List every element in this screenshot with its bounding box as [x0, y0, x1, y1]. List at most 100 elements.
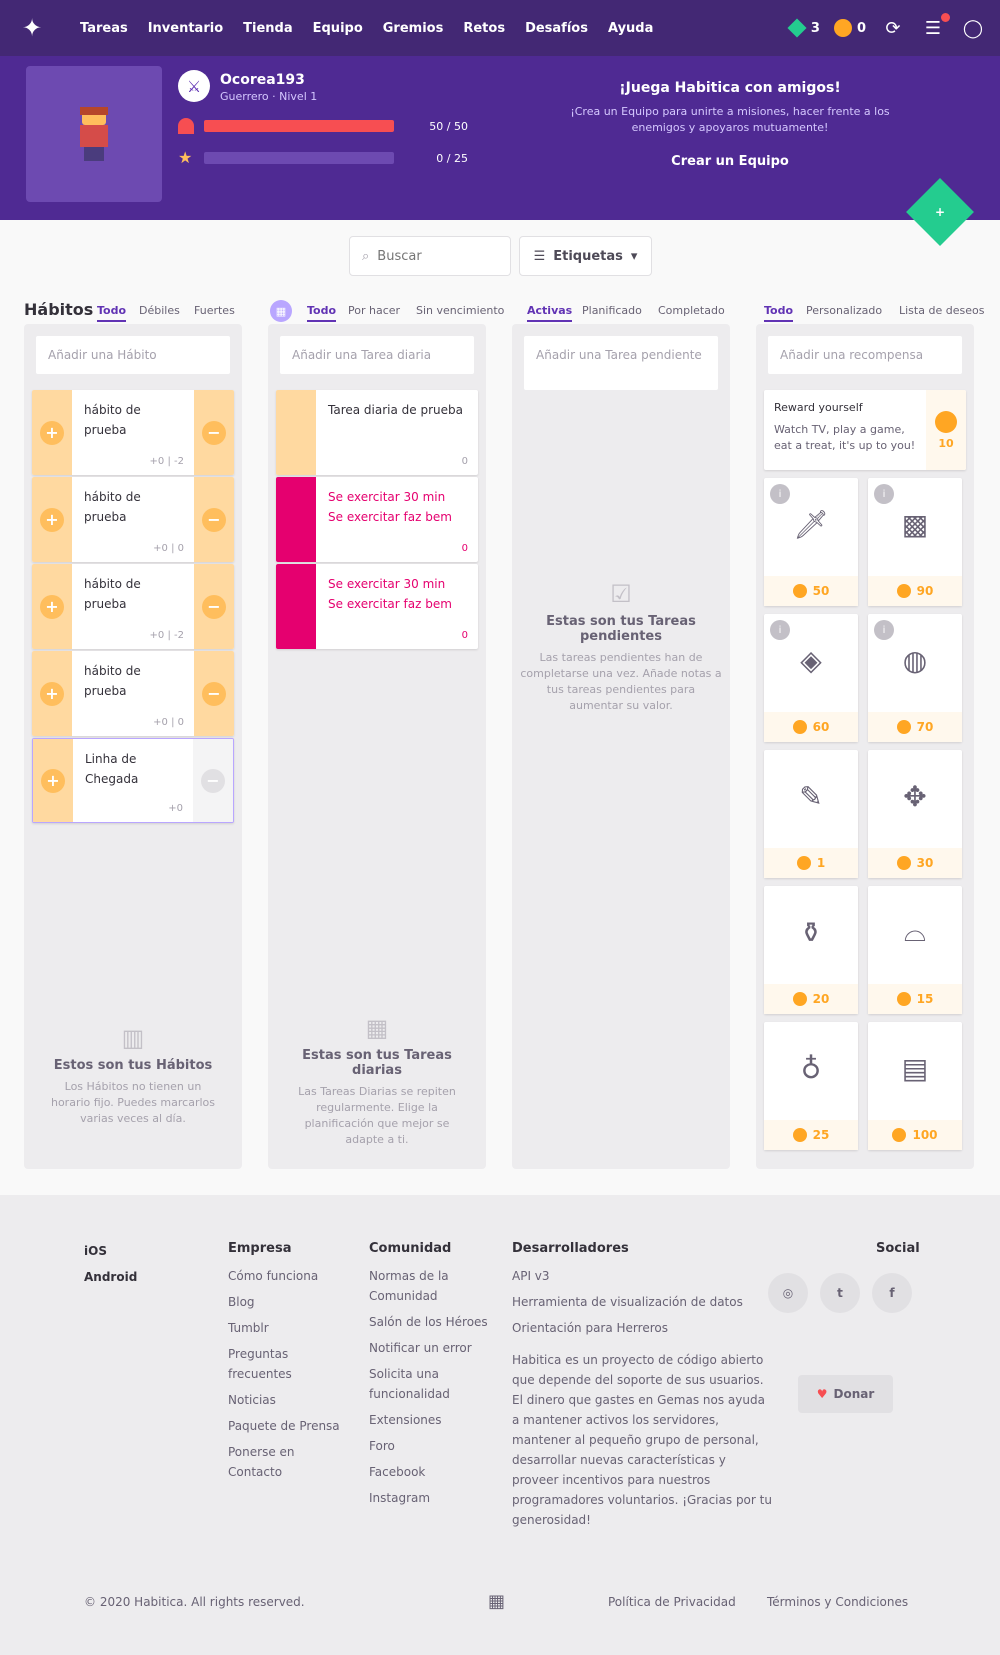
daily-item[interactable]: Tarea diaria de prueba 0 [276, 390, 478, 475]
nav-tasks[interactable]: Tareas [80, 21, 128, 36]
facebook-icon[interactable]: f [872, 1273, 912, 1313]
habit-minus-button[interactable]: − [194, 564, 234, 649]
habit-item[interactable]: + hábito de prueba +0 | -2 − [32, 564, 234, 649]
add-daily-input[interactable]: Añadir una Tarea diaria [280, 336, 474, 374]
rewards-filter-custom[interactable]: Personalizado [806, 304, 882, 317]
footer-link[interactable]: Preguntas frecuentes [228, 1344, 348, 1384]
habit-item[interactable]: + hábito de prueba +0 | 0 − [32, 477, 234, 562]
daily-checkbox[interactable] [276, 477, 316, 562]
dailies-filter-due[interactable]: Por hacer [348, 304, 400, 317]
todos-filter-scheduled[interactable]: Planificado [582, 304, 642, 317]
sync-icon[interactable]: ⟳ [880, 15, 906, 41]
rewards-filter-all[interactable]: Todo [764, 304, 794, 322]
habit-item[interactable]: + Linha de Chegada +0 − [32, 738, 234, 823]
daily-item[interactable]: Se exercitar 30 min Se exercitar faz bem… [276, 564, 478, 649]
donate-button[interactable]: ♥ Donar [798, 1375, 893, 1413]
gem-counter[interactable]: 3 [787, 18, 820, 38]
habit-minus-button[interactable]: − [194, 390, 234, 475]
habit-minus-button[interactable]: − [193, 739, 233, 822]
rewards-filter-wishlist[interactable]: Lista de deseos [899, 304, 984, 317]
reward-item[interactable]: i ◍ 70 [868, 614, 962, 742]
habitica-logo-icon[interactable]: ✦ [14, 10, 50, 46]
footer-link[interactable]: Cómo funciona [228, 1266, 348, 1286]
habit-plus-button[interactable]: + [33, 739, 73, 822]
add-habit-input[interactable]: Añadir una Hábito [36, 336, 230, 374]
nav-challenges[interactable]: Retos [463, 21, 505, 36]
habits-filter-all[interactable]: Todo [97, 304, 127, 322]
habit-item[interactable]: + hábito de prueba +0 | -2 − [32, 390, 234, 475]
footer-link[interactable]: Tumblr [228, 1318, 348, 1338]
habit-plus-button[interactable]: + [32, 651, 72, 736]
custom-reward[interactable]: Reward yourself Watch TV, play a game, e… [764, 390, 966, 470]
create-party-button[interactable]: Crear un Equipo [671, 154, 789, 169]
footer-link[interactable]: Facebook [369, 1462, 489, 1482]
custom-reward-buy[interactable]: 10 [926, 390, 966, 470]
footer-link-android[interactable]: Android [84, 1267, 137, 1287]
habit-plus-button[interactable]: + [32, 564, 72, 649]
copyright: © 2020 Habitica. All rights reserved. [84, 1595, 305, 1609]
reward-item[interactable]: i ◈ 60 [764, 614, 858, 742]
reward-item[interactable]: ⚱ 20 [764, 886, 858, 1014]
nav-inventory[interactable]: Inventario [148, 21, 223, 36]
footer-link[interactable]: Orientación para Herreros [512, 1318, 772, 1338]
dailies-filter-all[interactable]: Todo [307, 304, 337, 322]
add-reward-input[interactable]: Añadir una recompensa [768, 336, 962, 374]
user-menu-icon[interactable]: ◯ [960, 15, 986, 41]
nav-quests[interactable]: Desafíos [525, 21, 588, 36]
avatar-sprite [74, 107, 114, 161]
nav-shop[interactable]: Tienda [243, 21, 292, 36]
tags-dropdown[interactable]: ☰ Etiquetas ▾ [519, 236, 652, 276]
habit-item[interactable]: + hábito de prueba +0 | 0 − [32, 651, 234, 736]
reward-item[interactable]: ✥ 30 [868, 750, 962, 878]
avatar[interactable] [26, 66, 162, 202]
privacy-link[interactable]: Política de Privacidad [608, 1595, 736, 1609]
nav-guilds[interactable]: Gremios [383, 21, 444, 36]
search-input[interactable] [377, 248, 488, 264]
habit-minus-button[interactable]: − [194, 477, 234, 562]
daily-item[interactable]: Se exercitar 30 min Se exercitar faz bem… [276, 477, 478, 562]
habits-column: Añadir una Hábito + hábito de prueba +0 … [24, 324, 242, 1169]
footer-link[interactable]: Solicita una funcionalidad [369, 1364, 489, 1404]
terms-link[interactable]: Términos y Condiciones [767, 1595, 908, 1609]
dailies-filter-not-due[interactable]: Sin vencimiento [416, 304, 504, 317]
habit-plus-button[interactable]: + [32, 477, 72, 562]
reward-item[interactable]: i 🗡 50 [764, 478, 858, 606]
instagram-icon[interactable]: ◎ [768, 1273, 808, 1313]
footer-link[interactable]: Ponerse en Contacto [228, 1442, 348, 1482]
footer-link[interactable]: Noticias [228, 1390, 348, 1410]
footer-link[interactable]: Paquete de Prensa [228, 1416, 348, 1436]
gold-coin-icon [896, 720, 911, 734]
daily-checkbox[interactable] [276, 390, 316, 475]
todos-filter-completed[interactable]: Completado [658, 304, 725, 317]
habits-filter-strong[interactable]: Fuertes [194, 304, 235, 317]
footer-link[interactable]: Herramienta de visualización de datos [512, 1292, 772, 1312]
gold-coin-icon [792, 992, 807, 1006]
experience-row: ★ 0 / 25 [178, 148, 468, 168]
footer-link[interactable]: API v3 [512, 1266, 772, 1286]
habit-minus-button[interactable]: − [194, 651, 234, 736]
footer-developers: Desarrolladores API v3 Herramienta de vi… [512, 1241, 772, 1536]
footer-link[interactable]: Foro [369, 1436, 489, 1456]
todos-filter-active[interactable]: Activas [527, 304, 573, 322]
habit-plus-button[interactable]: + [32, 390, 72, 475]
search-box[interactable]: ⌕ [349, 236, 511, 276]
daily-checkbox[interactable] [276, 564, 316, 649]
nav-party[interactable]: Equipo [313, 21, 363, 36]
footer-link[interactable]: Notificar un error [369, 1338, 489, 1358]
footer-link[interactable]: Normas de la Comunidad [369, 1266, 489, 1306]
habits-filter-weak[interactable]: Débiles [139, 304, 180, 317]
nav-help[interactable]: Ayuda [608, 21, 653, 36]
footer-link[interactable]: Blog [228, 1292, 348, 1312]
footer-link-ios[interactable]: iOS [84, 1241, 137, 1261]
footer-link[interactable]: Instagram [369, 1488, 489, 1508]
reward-item[interactable]: ▤ 100 [868, 1022, 962, 1150]
notifications-icon[interactable]: ☰ [920, 13, 950, 41]
reward-item[interactable]: ♁ 25 [764, 1022, 858, 1150]
footer-link[interactable]: Extensiones [369, 1410, 489, 1430]
reward-item[interactable]: ⌓ 15 [868, 886, 962, 1014]
footer-link[interactable]: Salón de los Héroes [369, 1312, 489, 1332]
twitter-icon[interactable]: t [820, 1273, 860, 1313]
reward-item[interactable]: i ▩ 90 [868, 478, 962, 606]
add-todo-input[interactable]: Añadir una Tarea pendiente [524, 336, 718, 390]
reward-item[interactable]: ✎ 1 [764, 750, 858, 878]
